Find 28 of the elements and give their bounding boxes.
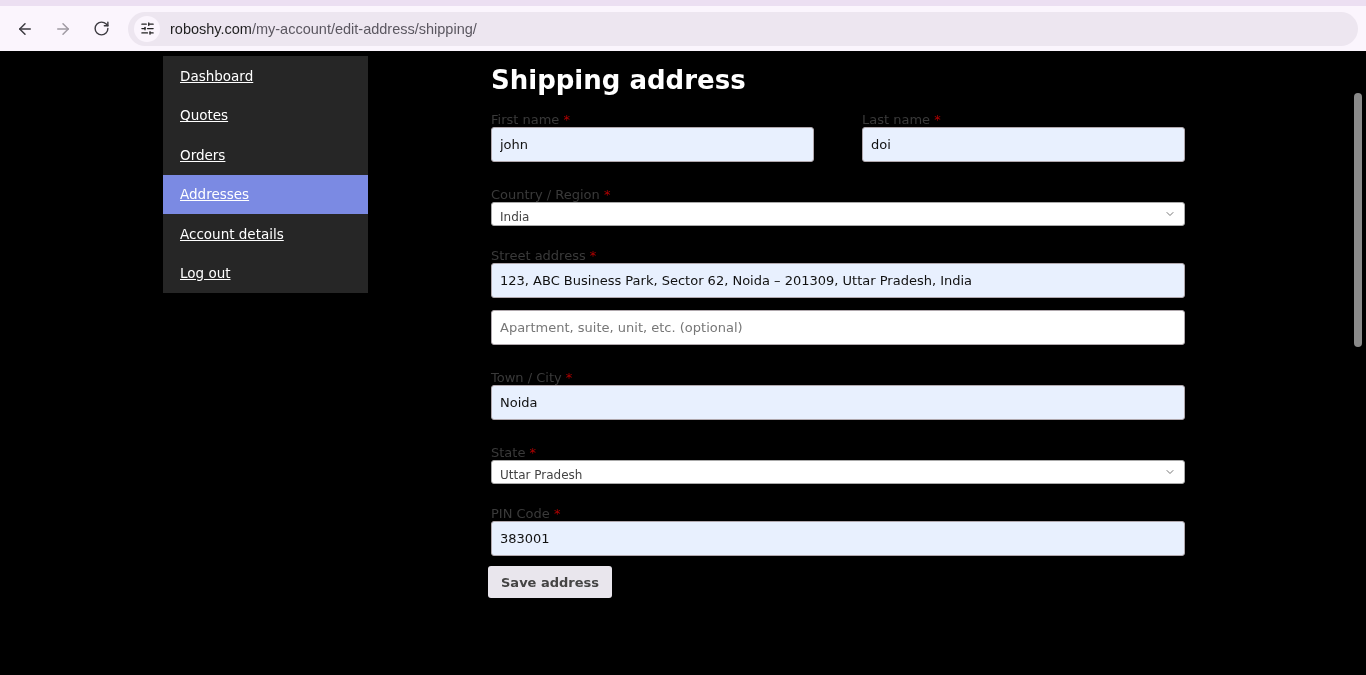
save-address-button[interactable]: Save address <box>488 566 613 598</box>
url-text: roboshy.com/my-account/edit-address/shipping/ <box>170 20 477 37</box>
sidebar-link[interactable]: Orders <box>163 135 368 175</box>
text-field[interactable]: john <box>491 127 814 162</box>
text-field[interactable]: 123, ABC Business Park, Sector 62, Noida – 201309, Uttar Pradesh, India <box>491 263 1185 298</box>
dropdown-field[interactable]: Uttar Pradesh <box>491 460 1185 484</box>
dropdown-field[interactable]: India <box>491 202 1185 226</box>
field-label: Country / Region * <box>491 188 611 202</box>
field-label: State * <box>491 446 537 460</box>
field-label: Last name * <box>862 113 941 127</box>
text-field[interactable]: Noida <box>491 385 1185 420</box>
sidebar-link[interactable]: Dashboard <box>163 56 368 96</box>
sliders-icon <box>139 21 155 36</box>
text-field[interactable]: doi <box>862 127 1185 162</box>
text-field[interactable]: Apartment, suite, unit, etc. (optional) <box>491 310 1185 345</box>
text-field[interactable]: 383001 <box>491 521 1185 556</box>
reload-icon <box>92 20 110 37</box>
site-info-button[interactable] <box>134 15 160 42</box>
address-bar[interactable]: roboshy.com/my-account/edit-address/shipping/ <box>128 11 1358 46</box>
field-label: Town / City * <box>491 371 573 385</box>
field-label: First name * <box>491 113 570 127</box>
page-title: Shipping address <box>491 65 747 95</box>
field-label: PIN Code * <box>491 507 561 521</box>
sidebar-link[interactable]: Log out <box>163 253 368 293</box>
sidebar-link[interactable]: Account details <box>163 214 368 254</box>
field-label: Street address * <box>491 249 597 263</box>
sidebar-link[interactable]: Quotes <box>163 95 368 135</box>
scrollbar-thumb[interactable] <box>1354 93 1362 347</box>
